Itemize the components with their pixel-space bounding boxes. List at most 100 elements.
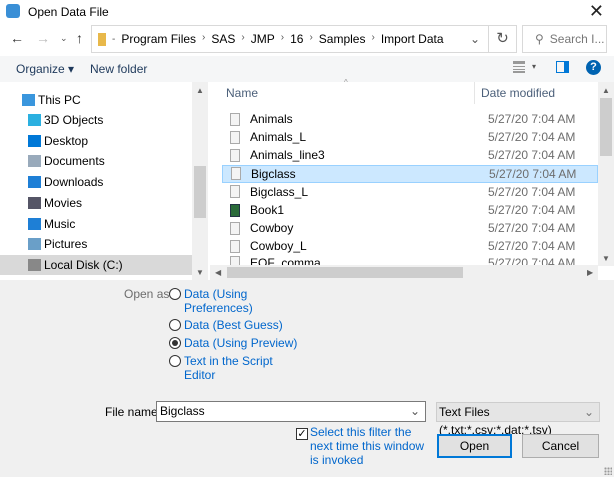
preview-pane-icon[interactable] [556,61,569,73]
nav-item-label: Documents [44,154,105,168]
open-as-radio[interactable]: Data (Using Preferences) [169,287,253,315]
help-button[interactable]: ? [586,60,601,75]
file-type-value: Text Files (*.txt;*.csv;*.dat;*.tsv) [439,405,552,437]
file-type-select[interactable]: Text Files (*.txt;*.csv;*.dat;*.tsv) ⌄ [436,402,600,437]
radio-button[interactable] [169,355,181,367]
breadcrumb-separator-icon[interactable]: › [371,32,374,46]
breadcrumb-item[interactable]: JMP [251,32,275,46]
separator: - [112,33,116,45]
cube-icon [28,114,41,126]
remember-filter-checkbox[interactable]: ✓ [296,428,308,440]
file-name: Animals_L [250,130,307,145]
file-icon [230,185,240,199]
nav-item-label: Local Disk (C:) [44,258,123,272]
file-type-dropdown-icon: ⌄ [583,405,594,419]
breadcrumb-separator-icon[interactable]: › [202,32,205,46]
radio-label: Text in the Script Editor [184,354,273,382]
file-row[interactable]: Bigclass 5/27/20 7:04 AM [222,164,598,183]
pictures-icon [28,238,41,250]
remember-filter-label[interactable]: Select this filter the next time this wi… [310,425,428,467]
open-as-radio[interactable]: Data (Best Guess) [169,318,283,332]
window-title: Open Data File [28,5,109,19]
forward-button[interactable]: → [36,30,50,46]
breadcrumb-item[interactable]: Samples [319,32,366,46]
nav-item-label: Movies [44,196,83,210]
nav-item[interactable]: Movies [0,193,192,213]
open-as-radio[interactable]: Text in the Script Editor [169,354,273,382]
nav-item-label: Downloads [44,175,104,189]
app-icon [6,4,20,18]
file-date: 5/27/20 7:04 AM [489,166,577,181]
file-name-dropdown-icon[interactable]: ⌄ [410,402,420,421]
documents-icon [28,155,41,167]
breadcrumb-item[interactable]: Import Data [381,32,444,46]
open-as-label: Open as: [124,287,173,301]
navigation-pane: This PC 3D Objects Desktop Documents Downloa… [0,82,192,278]
radio-label: Data (Using Preferences) [184,287,253,315]
breadcrumb-item[interactable]: 16 [290,32,303,46]
file-icon [230,221,240,235]
new-folder-button[interactable]: New folder [90,62,147,76]
up-button[interactable]: ↑ [76,30,83,46]
nav-item[interactable]: Local Disk (C:) [0,255,192,275]
nav-item[interactable]: Music [0,214,192,234]
column-header-name[interactable]: Name [226,86,258,100]
nav-item-label: This PC [38,93,81,107]
file-icon [230,130,240,144]
address-bar[interactable]: - Program Files › SAS › JMP › 16 › Samples › Impor… [91,25,489,53]
file-list-hscrollbar[interactable]: ◀ ▶ [210,265,598,280]
radio-label: Data (Using Preview) [184,336,298,350]
column-header-date[interactable]: Date modified [481,86,555,100]
breadcrumb-item[interactable]: Program Files [121,32,196,46]
recent-locations-button[interactable]: ⌄ [60,33,68,44]
file-name: Bigclass [251,166,296,181]
file-row[interactable]: Animals 5/27/20 7:04 AM [222,110,598,128]
breadcrumb-separator-icon[interactable]: › [241,32,244,46]
file-row[interactable]: Book1 5/27/20 7:04 AM [222,201,598,219]
nav-scrollbar[interactable]: ▲ ▼ [192,82,208,280]
file-name-value: Bigclass [160,404,205,418]
nav-item[interactable]: Downloads [0,172,192,192]
breadcrumb-item[interactable]: SAS [211,32,235,46]
breadcrumb-separator-icon[interactable]: › [309,32,312,46]
search-box[interactable]: ⚲ Search I... [522,25,607,53]
file-name-input[interactable]: Bigclass ⌄ [156,401,426,422]
close-button[interactable]: ✕ [589,1,604,22]
file-row[interactable]: Cowboy_L 5/27/20 7:04 AM [222,237,598,255]
view-options-icon[interactable] [513,61,525,73]
file-row[interactable]: Animals_line3 5/27/20 7:04 AM [222,146,598,164]
file-row[interactable]: Bigclass_L 5/27/20 7:04 AM [222,183,598,201]
file-name: Cowboy_L [250,239,307,254]
column-divider[interactable] [474,82,475,104]
file-row[interactable]: Cowboy 5/27/20 7:04 AM [222,219,598,237]
nav-item[interactable]: Documents [0,151,192,171]
cancel-button[interactable]: Cancel [522,434,599,458]
music-icon [28,218,41,230]
search-icon: ⚲ [535,32,544,46]
file-date: 5/27/20 7:04 AM [488,130,576,145]
nav-item[interactable]: Pictures [0,234,192,254]
file-list-vscrollbar[interactable]: ▲ ▼ [598,82,614,266]
radio-button[interactable] [169,337,181,349]
nav-item-label: Music [44,217,76,231]
resize-grip[interactable] [604,467,612,475]
refresh-button[interactable]: ↻ [489,25,517,53]
organize-button[interactable]: Organize ▾ [16,62,74,76]
back-button[interactable]: ← [10,30,24,46]
address-dropdown-icon[interactable]: ⌄ [470,32,480,46]
file-row[interactable]: Animals_L 5/27/20 7:04 AM [222,128,598,146]
nav-item[interactable]: This PC [0,90,192,110]
open-button[interactable]: Open [437,434,512,458]
radio-button[interactable] [169,288,181,300]
desktop-icon [28,135,41,147]
nav-item-label: 3D Objects [44,113,104,127]
file-date: 5/27/20 7:04 AM [488,203,576,217]
nav-item[interactable]: 3D Objects [0,110,192,130]
file-icon [230,239,240,253]
nav-item-label: Pictures [44,237,88,251]
nav-item[interactable]: Desktop [0,131,192,151]
breadcrumb-separator-icon[interactable]: › [281,32,284,46]
radio-button[interactable] [169,319,181,331]
view-dropdown-icon[interactable]: ▾ [532,62,536,71]
open-as-radio[interactable]: Data (Using Preview) [169,336,297,350]
